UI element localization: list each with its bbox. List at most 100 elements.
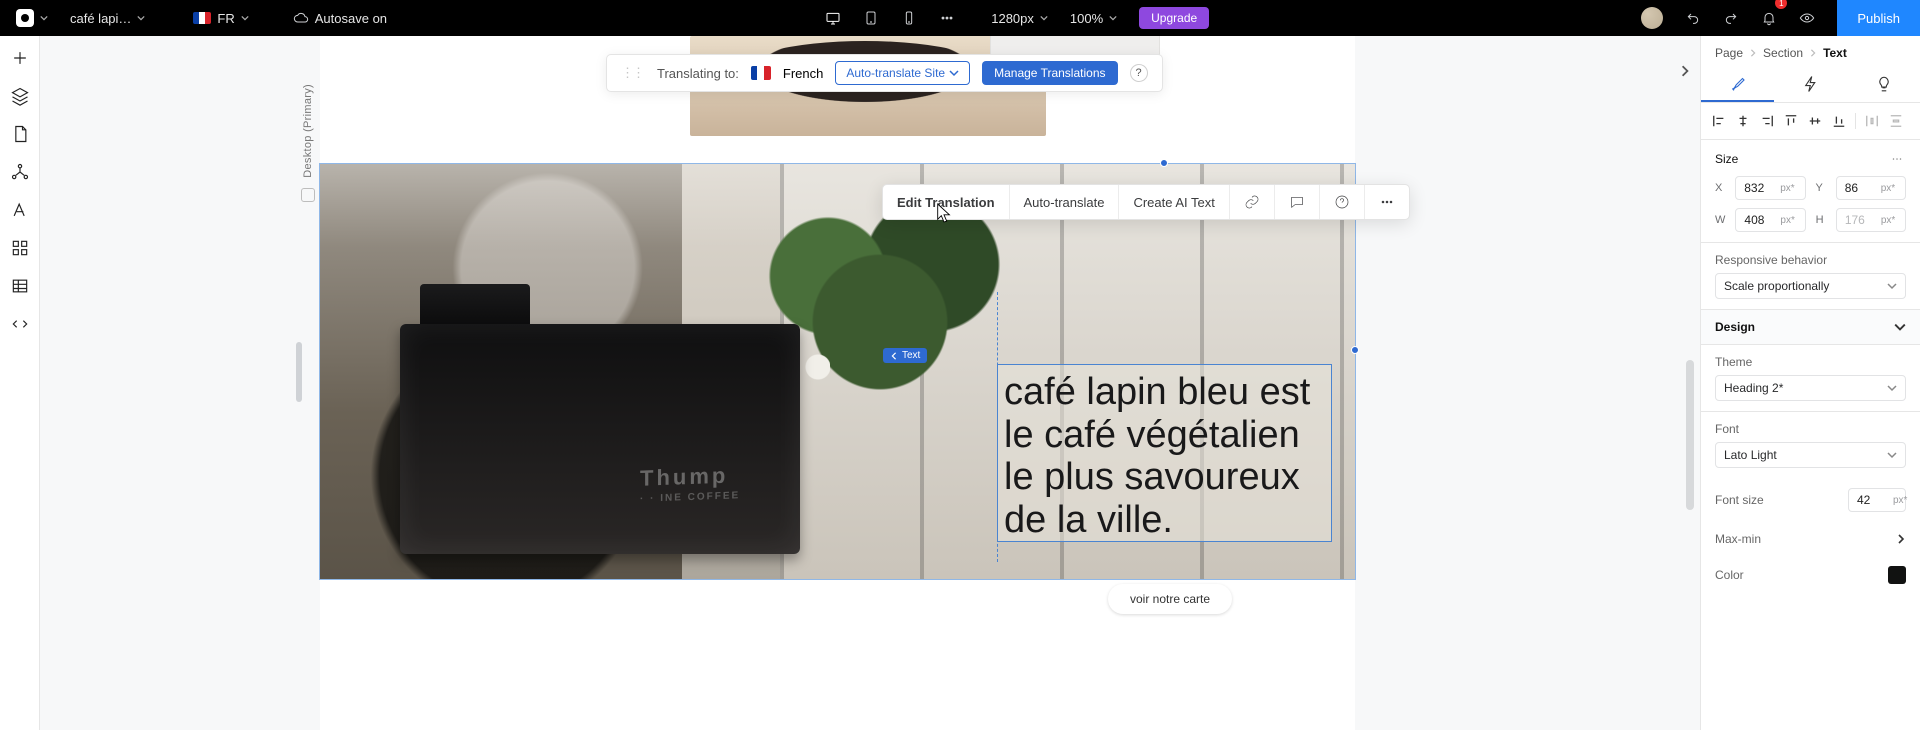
manage-translations-button[interactable]: Manage Translations xyxy=(982,61,1117,85)
size-more-button[interactable] xyxy=(1888,150,1906,168)
distribute-v[interactable] xyxy=(1886,111,1906,131)
rail-pages[interactable] xyxy=(10,124,30,144)
panel-collapse-button[interactable] xyxy=(1672,58,1698,84)
create-ai-text-button[interactable]: Create AI Text xyxy=(1119,185,1229,219)
device-more[interactable] xyxy=(933,0,961,36)
distribute-h[interactable] xyxy=(1862,111,1882,131)
tab-ideas[interactable] xyxy=(1847,66,1920,102)
x-input[interactable]: px* xyxy=(1735,176,1805,200)
ctx-link-button[interactable] xyxy=(1230,185,1275,219)
page-stage[interactable]: ⋮⋮ Translating to: French Auto-translate… xyxy=(320,36,1355,730)
redo-button[interactable] xyxy=(1717,0,1745,36)
design-title: Design xyxy=(1715,320,1755,334)
y-input[interactable]: px* xyxy=(1836,176,1906,200)
breakpoint-indicator: Desktop (Primary) xyxy=(302,84,314,202)
undo-button[interactable] xyxy=(1679,0,1707,36)
align-bottom[interactable] xyxy=(1829,111,1849,131)
rail-cms[interactable] xyxy=(10,276,30,296)
breakpoint-checkbox[interactable] xyxy=(301,188,315,202)
ellipsis-icon xyxy=(939,10,955,26)
site-name: café lapi… xyxy=(70,11,131,26)
align-left[interactable] xyxy=(1709,111,1729,131)
ctx-comment-button[interactable] xyxy=(1275,185,1320,219)
responsive-select[interactable]: Scale proportionally xyxy=(1715,273,1906,299)
w-input[interactable]: px* xyxy=(1735,208,1805,232)
responsive-section: Responsive behavior Scale proportionally xyxy=(1701,243,1920,310)
crumb-page[interactable]: Page xyxy=(1715,46,1743,60)
translation-label: Translating to: xyxy=(657,66,739,81)
h-input[interactable]: px* xyxy=(1836,208,1906,232)
canvas-width-picker[interactable]: 1280px xyxy=(985,0,1054,36)
chevron-right-icon xyxy=(1809,49,1817,57)
translation-language: French xyxy=(783,66,823,81)
redo-icon xyxy=(1723,10,1739,26)
theme-label: Theme xyxy=(1715,355,1906,369)
ellipsis-icon xyxy=(1890,152,1904,166)
align-vcenter[interactable] xyxy=(1805,111,1825,131)
tab-design[interactable] xyxy=(1701,66,1774,102)
theme-section: Theme Heading 2* xyxy=(1701,345,1920,412)
align-right[interactable] xyxy=(1757,111,1777,131)
language-picker[interactable]: FR xyxy=(187,0,254,36)
flag-france-icon xyxy=(751,66,771,80)
auto-translate-site-label: Auto-translate Site xyxy=(846,66,945,80)
section-resize-handle[interactable] xyxy=(296,342,302,402)
upgrade-button[interactable]: Upgrade xyxy=(1139,7,1209,29)
chevron-down-icon xyxy=(1887,450,1897,460)
logo-menu[interactable] xyxy=(10,0,54,36)
font-label: Font xyxy=(1715,422,1906,436)
device-tablet[interactable] xyxy=(857,0,885,36)
alignment-row xyxy=(1701,103,1920,140)
rail-typography[interactable] xyxy=(10,200,30,220)
rail-add[interactable] xyxy=(10,48,30,68)
drag-handle-icon[interactable]: ⋮⋮ xyxy=(621,65,643,81)
canvas[interactable]: Desktop (Primary) ⋮⋮ Translating to: Fre… xyxy=(40,36,1700,730)
x-label: X xyxy=(1715,182,1725,194)
theme-select[interactable]: Heading 2* xyxy=(1715,375,1906,401)
publish-button[interactable]: Publish xyxy=(1837,0,1920,36)
notifications-button[interactable]: 1 xyxy=(1755,0,1783,36)
avatar[interactable] xyxy=(1635,0,1669,36)
section[interactable]: Thump · · INE COFFEE café lapin bleu est… xyxy=(320,164,1355,579)
tab-interactions[interactable] xyxy=(1774,66,1847,102)
align-hcenter[interactable] xyxy=(1733,111,1753,131)
h-label: H xyxy=(1816,214,1826,226)
fontsize-input[interactable]: px* xyxy=(1848,488,1906,512)
ctx-more-button[interactable] xyxy=(1365,185,1409,219)
brush-icon xyxy=(1729,74,1747,92)
zoom-picker[interactable]: 100% xyxy=(1064,0,1123,36)
inspector-panel: Page Section Text Size X px* Y px xyxy=(1700,36,1920,730)
preview-button[interactable] xyxy=(1793,0,1821,36)
ctx-help-button[interactable] xyxy=(1320,185,1365,219)
chevron-down-icon xyxy=(1040,14,1048,22)
color-swatch[interactable] xyxy=(1888,566,1906,584)
selected-text-element[interactable]: café lapin bleu est le café végétalien l… xyxy=(997,364,1332,542)
align-top[interactable] xyxy=(1781,111,1801,131)
crumb-section[interactable]: Section xyxy=(1763,46,1803,60)
device-mobile[interactable] xyxy=(895,0,923,36)
chevron-left-icon xyxy=(890,352,898,360)
canvas-scrollbar[interactable] xyxy=(1686,360,1694,510)
help-icon[interactable]: ? xyxy=(1130,64,1148,82)
design-header[interactable]: Design xyxy=(1701,310,1920,345)
desktop-icon xyxy=(825,10,841,26)
font-value: Lato Light xyxy=(1724,448,1777,462)
responsive-value: Scale proportionally xyxy=(1724,279,1829,293)
translation-bar[interactable]: ⋮⋮ Translating to: French Auto-translate… xyxy=(606,54,1163,92)
comment-icon xyxy=(1289,194,1305,210)
auto-translate-site-button[interactable]: Auto-translate Site xyxy=(835,61,970,85)
rail-layers[interactable] xyxy=(10,86,30,106)
maxmin-section[interactable]: Max-min xyxy=(1701,522,1920,556)
site-picker[interactable]: café lapi… xyxy=(64,0,151,36)
font-select[interactable]: Lato Light xyxy=(1715,442,1906,468)
cta-button-element[interactable]: voir notre carte xyxy=(1108,584,1232,614)
device-desktop[interactable] xyxy=(819,0,847,36)
rail-code[interactable] xyxy=(10,314,30,334)
chevron-right-icon xyxy=(1896,534,1906,544)
eye-icon xyxy=(1799,10,1815,26)
selection-handle-right[interactable] xyxy=(1351,346,1359,354)
selection-handle-top[interactable] xyxy=(1160,159,1168,167)
auto-translate-button[interactable]: Auto-translate xyxy=(1010,185,1120,219)
rail-connections[interactable] xyxy=(10,162,30,182)
rail-apps[interactable] xyxy=(10,238,30,258)
